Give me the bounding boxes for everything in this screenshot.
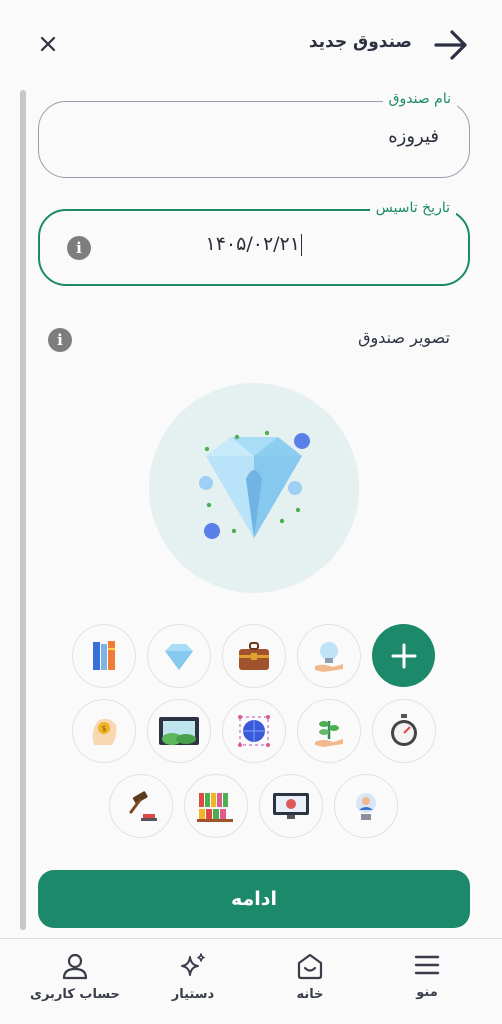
nav-label-assistant: دستیار	[171, 987, 215, 1002]
avatar-badge-icon	[356, 793, 376, 820]
establishment-date-label: تاریخ تاسیس	[369, 200, 456, 216]
user-icon	[62, 953, 88, 980]
close-button[interactable]	[36, 32, 60, 56]
icon-option-globe[interactable]	[222, 699, 286, 763]
close-icon	[40, 36, 56, 52]
globe-icon	[238, 715, 270, 747]
icon-option-coin-head[interactable]: $	[72, 699, 136, 763]
add-image-button[interactable]	[372, 624, 435, 687]
icon-option-monitor-chart[interactable]	[259, 774, 323, 838]
fund-name-label: نام صندوق	[382, 91, 457, 107]
nav-label-menu: منو	[416, 985, 438, 1000]
text-caret	[300, 233, 303, 256]
nav-item-home[interactable]: خانه	[255, 939, 365, 1024]
plus-icon	[391, 643, 416, 668]
continue-button[interactable]: ادامه	[38, 870, 470, 928]
selected-image-preview	[149, 383, 359, 593]
icon-option-landscape[interactable]	[147, 699, 211, 763]
stopwatch-icon	[391, 714, 417, 746]
books-icon	[93, 641, 115, 670]
icon-option-gavel[interactable]	[109, 774, 173, 838]
fund-image-label: تصویر صندوق	[358, 328, 450, 347]
icon-option-stopwatch[interactable]	[372, 699, 436, 763]
nav-item-assistant[interactable]: دستیار	[138, 939, 248, 1024]
svg-text:$: $	[101, 724, 106, 733]
landscape-frame-icon	[159, 717, 199, 745]
hamburger-menu-icon	[414, 955, 440, 975]
header: صندوق جدید	[0, 0, 502, 90]
nav-item-menu[interactable]: منو	[372, 939, 482, 1024]
plant-hand-icon	[315, 721, 343, 747]
icon-option-plant-hand[interactable]	[297, 699, 361, 763]
nav-label-home: خانه	[296, 987, 324, 1002]
scrollbar-thumb[interactable]	[20, 90, 26, 930]
diamond-icon	[165, 644, 193, 670]
info-icon[interactable]: i	[67, 236, 91, 260]
nav-label-account: حساب کاربری	[30, 987, 120, 1002]
page-title: صندوق جدید	[308, 32, 412, 52]
icon-option-lightbulb[interactable]	[297, 624, 361, 688]
nav-item-account[interactable]: حساب کاربری	[20, 939, 130, 1024]
coin-head-icon: $	[92, 718, 117, 745]
icon-option-avatar-badge[interactable]	[334, 774, 398, 838]
image-info-icon[interactable]: i	[48, 328, 72, 352]
sparkles-icon	[181, 953, 205, 976]
arrow-right-icon	[434, 30, 467, 60]
bottom-navigation: منو خانه دستیار حساب کاربری	[0, 938, 502, 1024]
icon-option-diamond[interactable]	[147, 624, 211, 688]
establishment-date-field[interactable]: تاریخ تاسیس ۱۴۰۵/۰۲/۲۱ i	[38, 200, 470, 286]
home-icon	[297, 953, 323, 980]
fund-name-field[interactable]: نام صندوق فیروزه	[38, 91, 470, 178]
icon-option-books[interactable]	[72, 624, 136, 688]
back-button[interactable]	[432, 28, 470, 62]
diamond-icon	[199, 430, 310, 539]
treasure-chest-icon	[239, 642, 269, 670]
monitor-chart-icon	[273, 793, 309, 819]
icon-option-treasure-chest[interactable]	[222, 624, 286, 688]
bookshelf-icon	[197, 793, 233, 822]
icon-option-bookshelf[interactable]	[184, 774, 248, 838]
fund-name-value[interactable]: فیروزه	[388, 126, 439, 147]
establishment-date-input[interactable]: ۱۴۰۵/۰۲/۲۱	[40, 233, 468, 256]
establishment-date-value: ۱۴۰۵/۰۲/۲۱	[205, 233, 300, 255]
lightbulb-icon	[315, 642, 343, 672]
gavel-icon	[129, 791, 157, 821]
